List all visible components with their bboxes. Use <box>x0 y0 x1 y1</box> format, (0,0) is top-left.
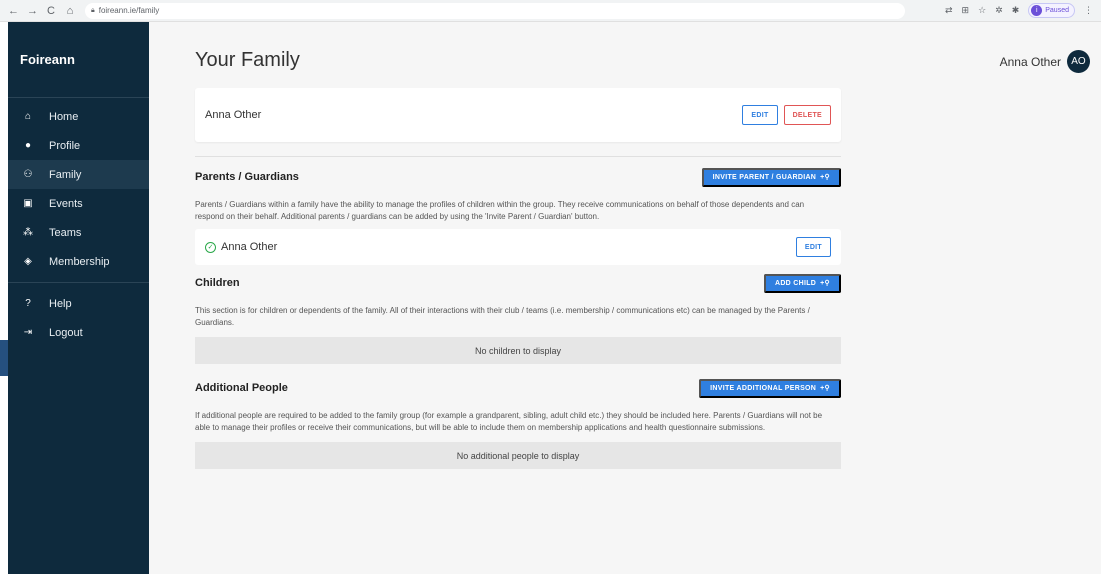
children-description: This section is for children or dependen… <box>195 306 810 327</box>
address-bar[interactable]: 🔒︎ foireann.ie/family <box>85 2 905 19</box>
sidebar-item-events[interactable]: ▣ Events <box>8 189 149 218</box>
home-icon: ⌂ <box>24 111 32 122</box>
back-icon[interactable]: ← <box>8 5 19 17</box>
page-header: Your Family <box>149 22 1101 98</box>
parent-name: Anna Other <box>221 241 278 253</box>
edit-family-button[interactable]: EDIT <box>742 105 778 125</box>
translate-icon[interactable]: ⇄ <box>945 5 953 16</box>
additional-section: Additional People INVITE ADDITIONAL PERS… <box>195 378 841 469</box>
calendar-icon: ▣ <box>23 198 33 209</box>
parent-row: ✓ Anna Other EDIT <box>195 229 841 265</box>
browser-toolbar: ← → C ⌂ 🔒︎ foireann.ie/family ⇄ ⊞ ☆ ✲ ✱ … <box>0 0 1101 22</box>
sidebar-divider <box>8 282 149 283</box>
add-child-button[interactable]: ADD CHILD +⚲ <box>763 273 841 293</box>
children-section: Children ADD CHILD +⚲ This section is fo… <box>195 273 841 364</box>
reload-icon[interactable]: C <box>46 5 56 17</box>
sidebar-item-profile[interactable]: ● Profile <box>8 131 149 160</box>
parents-description: Parents / Guardians within a family have… <box>195 200 805 221</box>
sidebar-item-label: Logout <box>49 326 83 339</box>
sidebar-item-teams[interactable]: ⁂ Teams <box>8 218 149 247</box>
additional-empty-state: No additional people to display <box>195 442 841 469</box>
logout-icon: ⇥ <box>23 327 33 338</box>
invite-additional-button[interactable]: INVITE ADDITIONAL PERSON +⚲ <box>699 378 841 398</box>
desktop-edge <box>0 22 8 574</box>
parents-title: Parents / Guardians <box>195 171 299 183</box>
sidebar-item-logout[interactable]: ⇥ Logout <box>8 318 149 347</box>
section-divider <box>195 156 841 157</box>
home-browser-icon[interactable]: ⌂ <box>65 5 75 17</box>
sidebar-item-home[interactable]: ⌂ Home <box>8 102 149 131</box>
edit-parent-button[interactable]: EDIT <box>795 237 831 257</box>
family-icon: ⚇ <box>23 169 33 180</box>
sidebar: Foireann ⌂ Home ● Profile ⚇ Family ▣ Eve… <box>8 22 149 574</box>
main-content: Your Family Anna Other AO Anna Other EDI… <box>149 22 1101 574</box>
add-child-label: ADD CHILD <box>774 279 817 287</box>
children-title: Children <box>195 277 240 289</box>
star-icon[interactable]: ☆ <box>978 5 986 16</box>
user-menu[interactable]: Anna Other AO <box>1000 50 1090 73</box>
sidebar-item-label: Profile <box>49 139 81 152</box>
address-url: foireann.ie/family <box>98 6 160 15</box>
sidebar-footer-nav: ? Help ⇥ Logout <box>8 289 149 347</box>
parents-section: Parents / Guardians INVITE PARENT / GUAR… <box>195 167 841 265</box>
forward-icon[interactable]: → <box>27 5 38 17</box>
sidebar-item-label: Membership <box>49 255 110 268</box>
children-empty-state: No children to display <box>195 337 841 364</box>
person-add-icon: +⚲ <box>820 385 830 392</box>
extension-icon[interactable]: ✲ <box>995 5 1003 16</box>
shield-icon: ◈ <box>24 256 32 267</box>
family-name: Anna Other <box>205 109 262 121</box>
family-card: Anna Other EDIT DELETE <box>195 88 841 142</box>
group-icon: ⁂ <box>23 227 33 238</box>
sidebar-item-label: Family <box>49 168 82 181</box>
invite-parent-label: INVITE PARENT / GUARDIAN <box>712 173 817 181</box>
family-content: Anna Other EDIT DELETE Parents / Guardia… <box>195 88 841 469</box>
invite-additional-label: INVITE ADDITIONAL PERSON <box>710 384 817 392</box>
brand-logo[interactable]: Foireann <box>8 22 149 98</box>
delete-family-button[interactable]: DELETE <box>783 105 831 125</box>
person-add-icon: +⚲ <box>820 280 830 287</box>
menu-icon[interactable]: ⋮ <box>1084 5 1093 16</box>
profile-paused-button[interactable]: i Paused <box>1028 3 1075 18</box>
page-title: Your Family <box>195 48 300 71</box>
invite-parent-button[interactable]: INVITE PARENT / GUARDIAN +⚲ <box>701 167 841 187</box>
sidebar-item-help[interactable]: ? Help <box>8 289 149 318</box>
sidebar-nav: ⌂ Home ● Profile ⚇ Family ▣ Events ⁂ Tea… <box>8 102 149 276</box>
user-name: Anna Other <box>999 54 1061 69</box>
sidebar-item-label: Home <box>49 110 79 123</box>
lock-icon: 🔒︎ <box>91 6 95 14</box>
puzzle-icon[interactable]: ✱ <box>1012 5 1020 16</box>
sidebar-item-label: Help <box>49 297 72 310</box>
sidebar-item-family[interactable]: ⚇ Family <box>8 160 149 189</box>
additional-description: If additional people are required to be … <box>195 411 823 432</box>
person-add-icon: +⚲ <box>820 174 830 181</box>
check-circle-icon: ✓ <box>205 241 216 253</box>
paused-label: Paused <box>1045 7 1069 14</box>
person-icon: ● <box>24 140 32 151</box>
additional-title: Additional People <box>195 382 288 394</box>
sidebar-item-label: Teams <box>49 226 82 239</box>
help-icon: ? <box>25 298 31 309</box>
share-icon[interactable]: ⊞ <box>962 5 970 16</box>
avatar: AO <box>1067 50 1090 73</box>
profile-avatar: i <box>1031 5 1043 16</box>
sidebar-item-label: Events <box>49 197 83 210</box>
sidebar-item-membership[interactable]: ◈ Membership <box>8 247 149 276</box>
